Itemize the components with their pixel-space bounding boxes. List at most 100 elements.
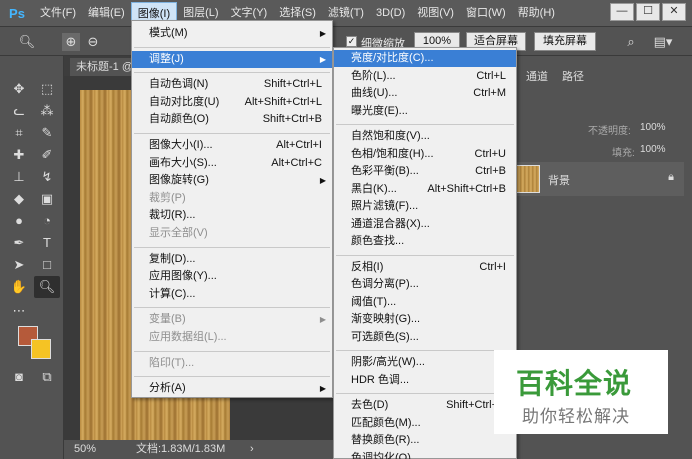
menu-item[interactable]: 可选颜色(S)... (334, 329, 516, 346)
menu-item[interactable]: 黑白(K)... Alt+Shift+Ctrl+B (334, 181, 516, 198)
menu-item-label: 调整(J) (149, 52, 184, 65)
blur-tool-icon[interactable]: ● (6, 210, 32, 232)
menu-item[interactable]: 自然饱和度(V)... (334, 128, 516, 145)
menu-item[interactable]: 曝光度(E)... (334, 103, 516, 120)
menu-item[interactable]: 应用图像(Y)... (132, 268, 332, 285)
menubar-item[interactable]: 帮助(H) (512, 2, 561, 24)
menu-item[interactable]: 通道混合器(X)... (334, 216, 516, 233)
menubar-item[interactable]: 3D(D) (370, 2, 411, 24)
opacity-value[interactable]: 100% (640, 122, 666, 133)
zoom-out-icon[interactable]: ⊖ (84, 33, 102, 51)
menu-item[interactable]: 匹配颜色(M)... (334, 415, 516, 432)
type-tool-icon[interactable]: T (34, 232, 60, 254)
pen-tool-icon[interactable]: ✒ (6, 232, 32, 254)
lock-icon: 🔒︎ (668, 171, 674, 183)
menu-item-label: 自动色调(N) (149, 78, 209, 91)
menu-item-label: 阈值(T)... (351, 295, 397, 308)
marquee-tool-icon[interactable]: ⬚ (34, 78, 60, 100)
menu-separator (336, 124, 514, 125)
status-arrow-icon[interactable]: › (250, 440, 254, 459)
eyedropper-icon[interactable]: ✎ (34, 122, 60, 144)
search-icon[interactable]: ⌕ (622, 33, 640, 51)
eraser-tool-icon[interactable]: ◆ (6, 188, 32, 210)
fill-value[interactable]: 100% (640, 144, 666, 155)
menu-item[interactable]: 反相(I) Ctrl+I (334, 259, 516, 276)
close-button[interactable]: ✕ (662, 3, 686, 21)
quick-mask-icon[interactable]: ◙ (6, 366, 32, 388)
menubar-item[interactable]: 文件(F) (34, 2, 82, 24)
screen-mode-icon[interactable]: ⧉ (34, 366, 60, 388)
magic-wand-icon[interactable]: ⁂ (34, 100, 60, 122)
clone-stamp-icon[interactable]: ⊥ (6, 166, 32, 188)
menu-item[interactable]: 颜色查找... (334, 233, 516, 250)
workspace-icon[interactable]: ▤▾ (650, 33, 676, 51)
menu-item-shortcut: Ctrl+I (479, 260, 506, 273)
tools-panel: ✥ ⬚ ᓚ ⁂ ⌗ ✎ ✚ ✐ ⊥ ↯ ◆ ▣ ● ◔ ✒ T ➤ □ ✋ 🔍︎… (0, 56, 64, 459)
menu-item[interactable]: 色阶(L)... Ctrl+L (334, 68, 516, 85)
zoom-tool-icon[interactable]: 🔍︎ (34, 276, 60, 298)
rectangle-tool-icon[interactable]: □ (34, 254, 60, 276)
hand-tool-icon[interactable]: ✋ (6, 276, 32, 298)
menu-item[interactable]: 去色(D) Shift+Ctrl+U (334, 397, 516, 414)
minimize-button[interactable]: — (610, 3, 634, 21)
menu-separator (134, 72, 330, 74)
scrubby-zoom-checkbox[interactable]: ✓ (346, 36, 357, 47)
menu-item[interactable]: 画布大小(S)... Alt+Ctrl+C (132, 155, 332, 172)
menu-item[interactable]: 自动色调(N) Shift+Ctrl+L (132, 76, 332, 93)
brush-tool-icon[interactable]: ✐ (34, 144, 60, 166)
menu-item-label: 自动颜色(O) (149, 113, 209, 126)
menu-item[interactable]: 亮度/对比度(C)... (334, 50, 516, 67)
zoom-level[interactable]: 50% (74, 440, 96, 459)
menu-item[interactable]: 曲线(U)... Ctrl+M (334, 85, 516, 102)
menu-item[interactable]: 替换颜色(R)... (334, 432, 516, 449)
gradient-tool-icon[interactable]: ▣ (34, 188, 60, 210)
dodge-tool-icon[interactable]: ◔ (34, 210, 60, 232)
more-tools-icon[interactable]: ⋯ (6, 300, 32, 322)
move-tool-icon[interactable]: ✥ (6, 78, 32, 100)
menu-item[interactable]: 色调分离(P)... (334, 276, 516, 293)
menu-item[interactable]: 渐变映射(G)... (334, 311, 516, 328)
menu-item[interactable]: 阴影/高光(W)... (334, 354, 516, 371)
tab-channels[interactable]: 通道 (526, 68, 548, 84)
menu-item[interactable]: HDR 色调... (334, 372, 516, 389)
menu-item-label: 应用数据组(L)... (149, 331, 227, 343)
menu-item[interactable]: 计算(C)... (132, 286, 332, 303)
menubar-item[interactable]: 编辑(E) (82, 2, 131, 24)
watermark-title: 百科全说 (516, 368, 633, 399)
menu-item[interactable]: 图像旋转(G) ▶ (132, 172, 332, 189)
menu-item[interactable]: 模式(M) ▶ (132, 25, 332, 42)
menu-item-label: 裁剪(P) (149, 191, 186, 204)
zoom-in-icon[interactable]: ⊕ (62, 33, 80, 51)
menu-item[interactable]: 自动颜色(O) Shift+Ctrl+B (132, 111, 332, 128)
tab-paths[interactable]: 路径 (562, 68, 584, 84)
menu-item[interactable]: 色彩平衡(B)... Ctrl+B (334, 163, 516, 180)
layer-row[interactable]: 背景 🔒︎ (508, 162, 684, 196)
menu-item[interactable]: 自动对比度(U) Alt+Shift+Ctrl+L (132, 94, 332, 111)
crop-tool-icon[interactable]: ⌗ (6, 122, 32, 144)
healing-brush-icon[interactable]: ✚ (6, 144, 32, 166)
fill-screen-button[interactable]: 填充屏幕 (534, 32, 596, 51)
document-tab[interactable]: 未标题-1 @ (70, 58, 140, 76)
menu-item[interactable]: 裁切(R)... (132, 207, 332, 224)
menu-item-shortcut: Alt+Shift+Ctrl+L (244, 95, 322, 108)
menu-item[interactable]: 调整(J) ▶ (132, 50, 332, 68)
menu-item[interactable]: 色调均化(Q) (334, 450, 516, 459)
menu-item[interactable]: 色相/饱和度(H)... Ctrl+U (334, 146, 516, 163)
path-selection-icon[interactable]: ➤ (6, 254, 32, 276)
menu-item[interactable]: 照片滤镜(F)... (334, 198, 516, 215)
restore-button[interactable]: ☐ (636, 3, 660, 21)
background-color-swatch[interactable] (31, 339, 51, 359)
lasso-tool-icon[interactable]: ᓚ (6, 100, 32, 122)
menu-item-shortcut: Ctrl+U (474, 147, 506, 160)
menu-item[interactable]: 分析(A) ▶ (132, 380, 332, 397)
menu-item[interactable]: 复制(D)... (132, 251, 332, 268)
history-brush-icon[interactable]: ↯ (34, 166, 60, 188)
menubar-item[interactable]: 视图(V) (411, 2, 460, 24)
photoshop-logo: Ps (9, 5, 25, 21)
menubar-item[interactable]: 窗口(W) (460, 2, 512, 24)
zoom-tool-icon[interactable]: 🔍︎ (18, 33, 36, 51)
menu-item[interactable]: 图像大小(I)... Alt+Ctrl+I (132, 137, 332, 154)
menu-item[interactable]: 阈值(T)... (334, 294, 516, 311)
menubar: Ps 文件(F) 编辑(E) 图像(I) 图层(L) 文字(Y) 选择(S) 滤镜(T) 3D… (0, 0, 692, 26)
menu-item-label: 反相(I) (351, 260, 384, 273)
